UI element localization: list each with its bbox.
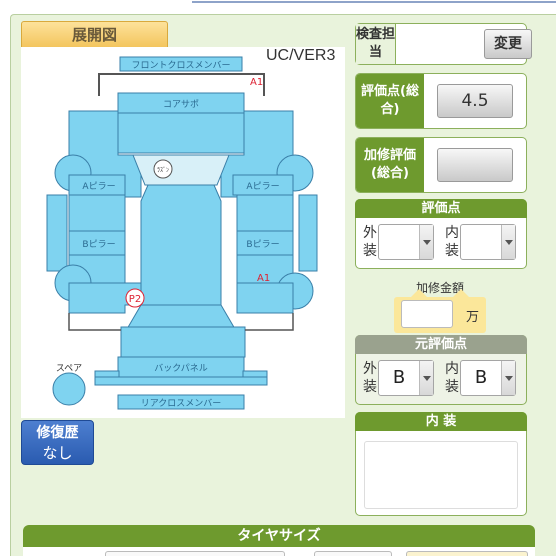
mark-a1-right: A1: [257, 273, 270, 284]
repair-history-button[interactable]: 修復歴 なし: [21, 420, 94, 465]
overall-score-value[interactable]: 4.5: [437, 84, 513, 118]
score-header: 評価点: [355, 199, 527, 218]
car-diagram-svg: ﾗｽﾞﾝ P2 A1 A1 フロントクロスメンバー コアサポ Aピラー Aピラー…: [46, 56, 318, 410]
part-roof: [140, 184, 222, 306]
original-score-box: 元評価点 外装 B 内装 B: [355, 335, 527, 405]
original-interior-value: B: [474, 367, 488, 388]
tire-size-header: タイヤサイズ: [23, 525, 535, 547]
overall-score-label: 評価点(総合): [356, 74, 424, 128]
version-label: UC/VER3: [266, 47, 336, 64]
part-front-door-right: [236, 194, 294, 232]
outline-right-lower: [245, 313, 294, 331]
score-interior-select[interactable]: [460, 224, 516, 260]
part-rear-fender-right: [236, 282, 294, 314]
part-windshield: [132, 154, 230, 186]
score-box: 評価点 外装 内装: [355, 199, 527, 269]
label-a-pillar-left: Aピラー: [82, 181, 115, 192]
score-interior-label: 内装: [445, 225, 459, 259]
repair-eval-label: 加修評価(総合): [356, 138, 424, 192]
original-score-header: 元評価点: [355, 335, 527, 354]
original-interior-select[interactable]: B: [460, 360, 516, 396]
tire-size-input-2[interactable]: [314, 551, 392, 556]
part-front-door-left: [68, 194, 126, 232]
repair-history-title: 修復歴: [36, 425, 79, 441]
part-hood: [117, 112, 245, 154]
repair-eval-value[interactable]: [437, 148, 513, 182]
label-back-panel: バックパネル: [154, 363, 208, 374]
label-rear-cross-member: リアクロスメンバー: [141, 398, 222, 409]
interior-box: 内 装: [355, 412, 527, 516]
part-sill-right: [298, 194, 318, 272]
interior-header: 内 装: [355, 412, 527, 431]
chevron-down-icon: [501, 361, 515, 395]
score-exterior-select[interactable]: [378, 224, 434, 260]
original-exterior-value: B: [392, 367, 406, 388]
tire-size-input-1[interactable]: [105, 551, 285, 556]
label-a-pillar-right: Aピラー: [246, 181, 279, 192]
repair-history-value: なし: [42, 444, 73, 462]
outline-left-lower: [68, 313, 121, 331]
interior-textarea[interactable]: [364, 441, 518, 509]
part-rear-bumper-bar: [94, 376, 268, 386]
original-interior-label: 内装: [445, 361, 459, 395]
label-b-pillar-left: Bピラー: [82, 239, 115, 250]
diagram-tab[interactable]: 展開図: [21, 21, 168, 48]
original-exterior-label: 外装: [363, 361, 377, 395]
spare-tire: [52, 372, 86, 406]
label-front-cross-member: フロントクロスメンバー: [131, 60, 230, 71]
chevron-down-icon: [419, 361, 433, 395]
inspector-label: 検査担当: [356, 24, 396, 64]
mark-p2: P2: [129, 294, 141, 305]
car-diagram: ﾗｽﾞﾝ P2 A1 A1 フロントクロスメンバー コアサポ Aピラー Aピラー…: [21, 47, 345, 418]
repair-amount-unit: 万: [466, 310, 480, 325]
score-exterior-label: 外装: [363, 225, 377, 259]
original-exterior-select[interactable]: B: [378, 360, 434, 396]
top-divider: [192, 0, 556, 3]
chevron-down-icon: [501, 225, 515, 259]
mark-circle-label: ﾗｽﾞﾝ: [157, 167, 169, 174]
label-spare: スペア: [56, 364, 82, 374]
mark-a1-top: A1: [250, 77, 263, 88]
change-inspector-button[interactable]: 変更: [484, 29, 532, 59]
part-sill-left: [46, 194, 68, 272]
part-trunk-lid: [120, 326, 246, 358]
label-b-pillar-right: Bピラー: [246, 239, 279, 250]
repair-amount-input[interactable]: [401, 300, 453, 328]
label-core-support: コアサポ: [163, 99, 199, 110]
tire-size-input-3[interactable]: [406, 551, 528, 556]
part-trunk: [126, 304, 236, 330]
chevron-down-icon: [419, 225, 433, 259]
